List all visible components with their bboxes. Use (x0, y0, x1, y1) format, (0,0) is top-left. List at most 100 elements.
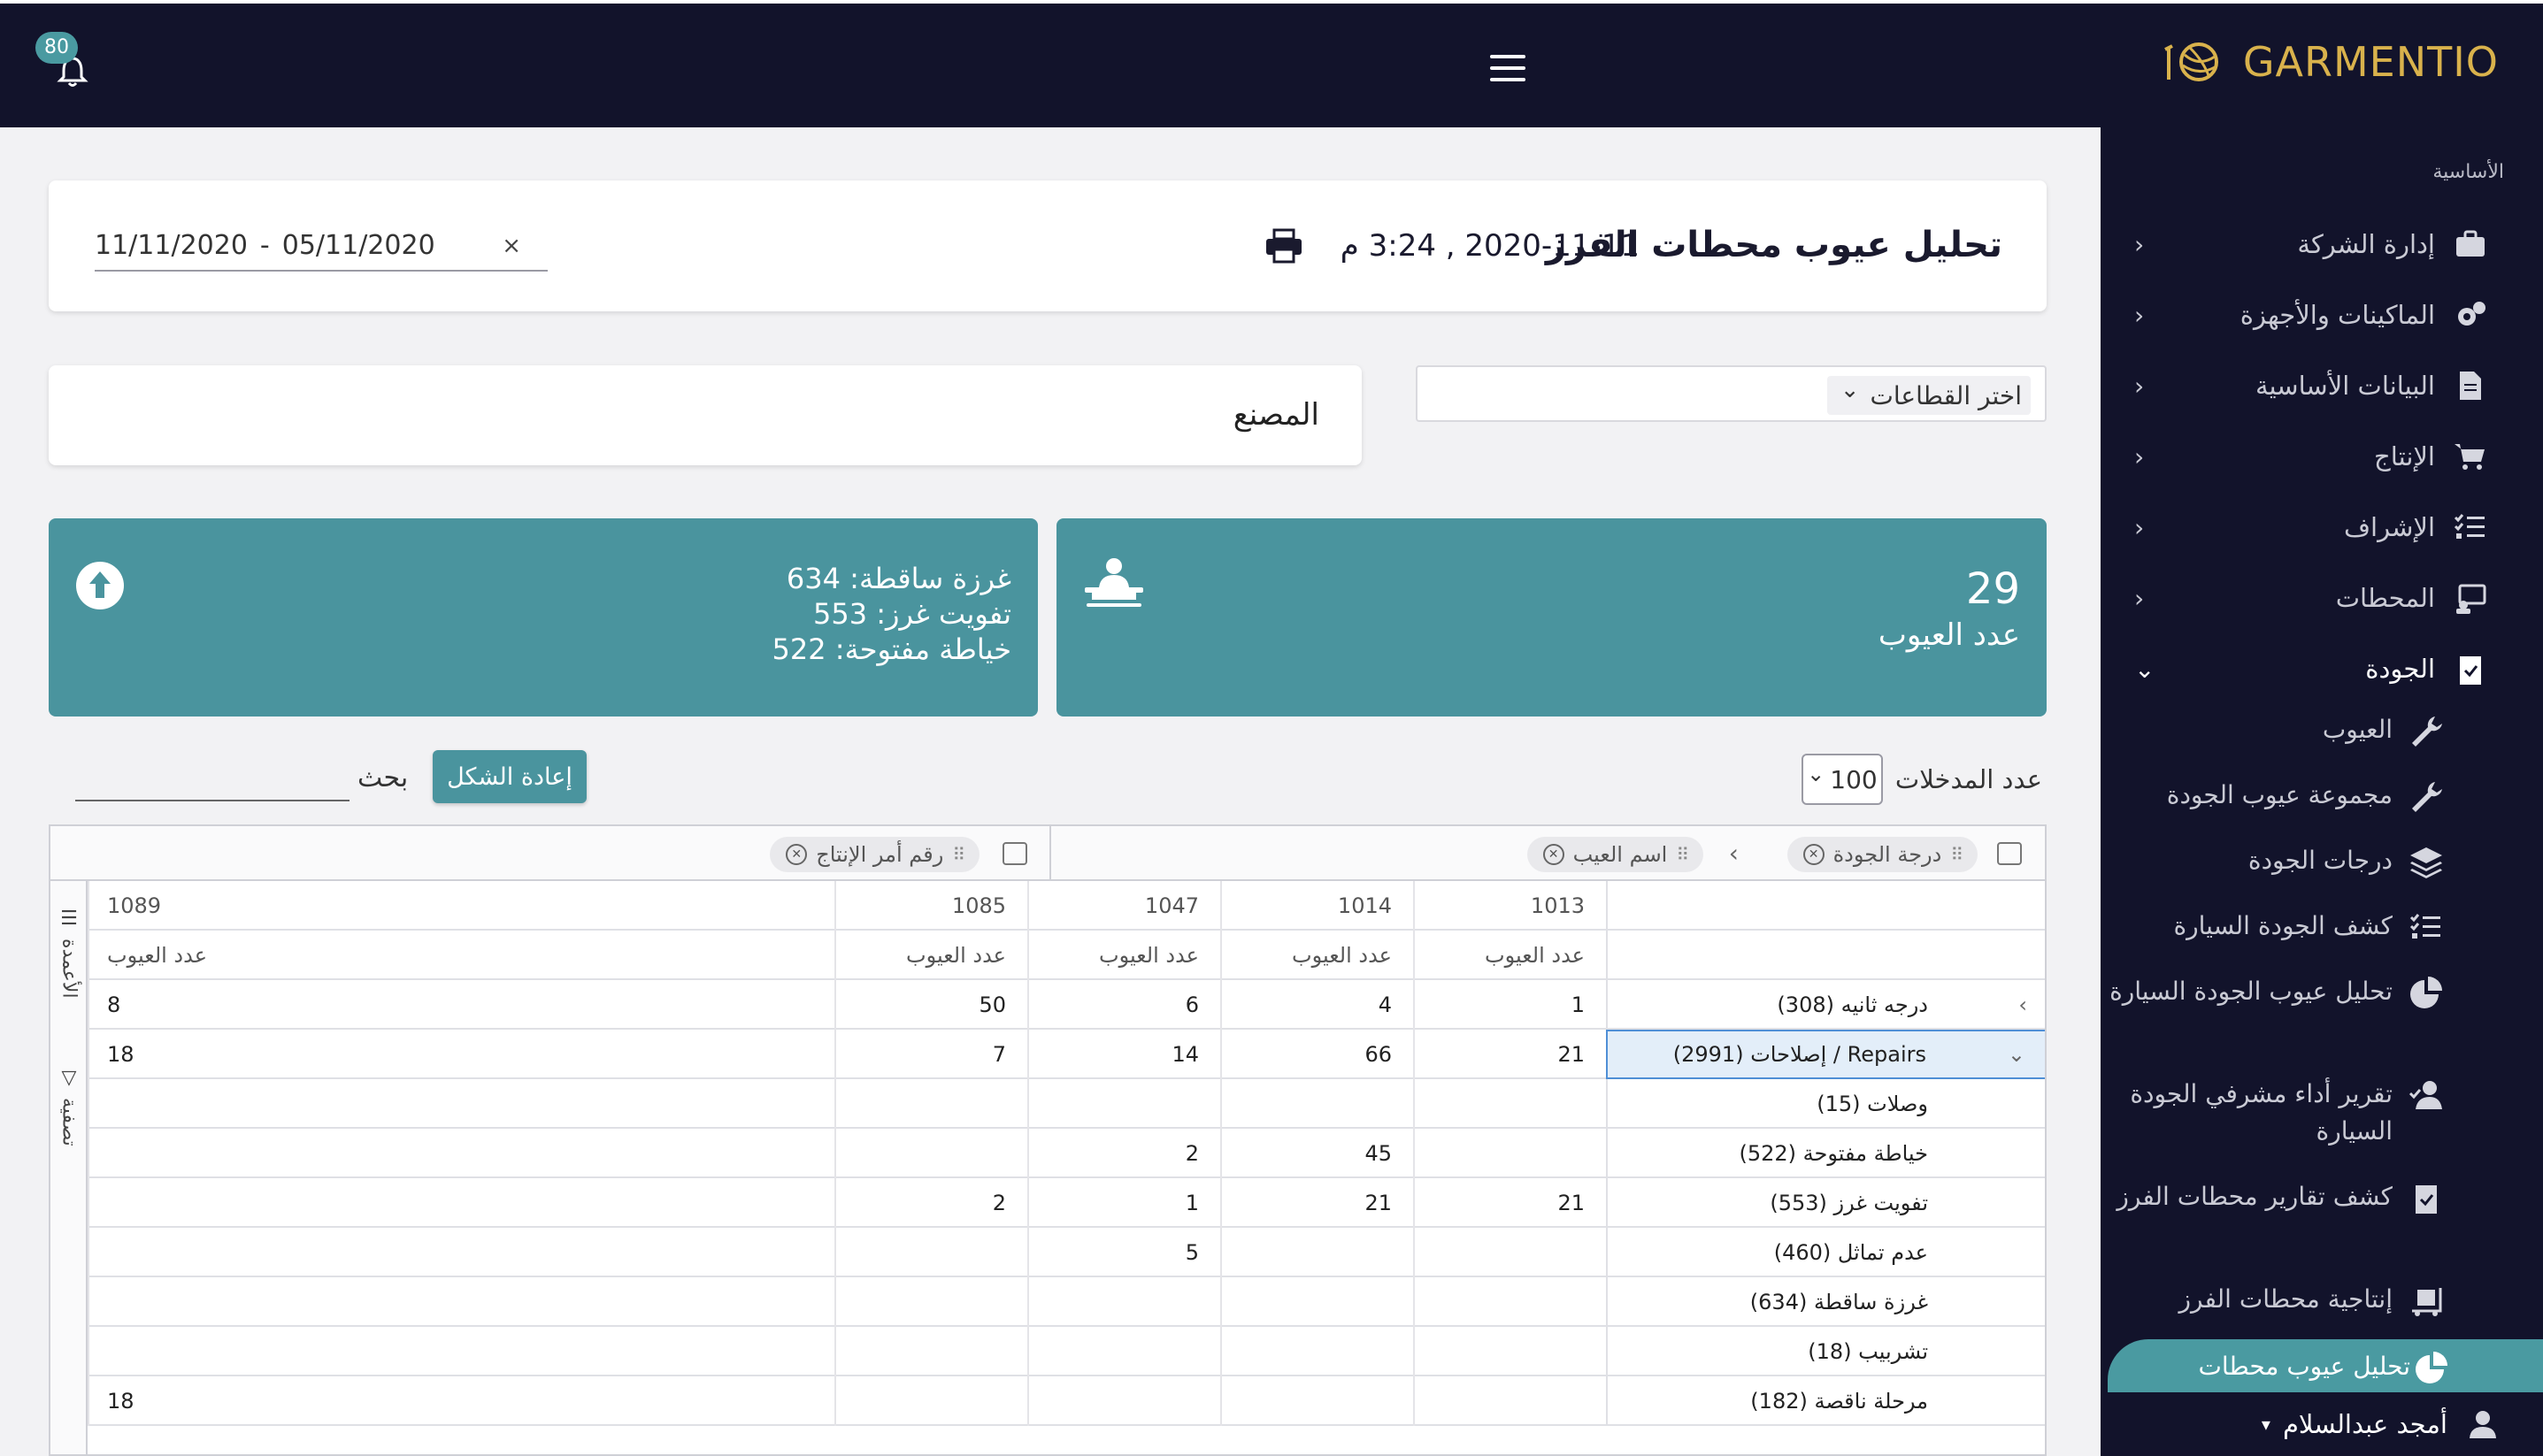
table-cell[interactable] (1220, 1079, 1413, 1129)
table-cell[interactable]: 8 (88, 980, 834, 1030)
table-row[interactable]: 1 4 6 50 8 › درجه ثانيه (308) (88, 980, 2045, 1030)
sidebar-item-production[interactable]: الإنتاج ‹ (2101, 430, 2543, 483)
table-cell[interactable]: 1014 (1220, 881, 1413, 931)
table-cell[interactable]: 18 (88, 1376, 834, 1426)
sidebar-subitem-current[interactable]: تحليل عيوب محطات (2108, 1339, 2543, 1392)
table-cell[interactable] (1413, 1327, 1606, 1376)
table-cell[interactable] (1413, 1079, 1606, 1129)
chip-quality-grade[interactable]: ⠿ درجة الجودة ✕ (1786, 837, 1978, 872)
table-row[interactable]: 21 66 14 7 18 ⌄ Repairs / إصلاحات (2991) (88, 1030, 2045, 1079)
chevron-right-icon[interactable]: › (2018, 992, 2027, 1017)
sidebar-item-supervision[interactable]: الإشراف ‹ (2101, 501, 2543, 554)
table-cell[interactable]: 18 (88, 1030, 834, 1079)
row-header[interactable]: غرزة ساقطة (634) (1606, 1277, 2045, 1327)
remove-chip-icon[interactable]: ✕ (1542, 844, 1564, 865)
table-cell[interactable]: 6 (1027, 980, 1220, 1030)
clear-date-button[interactable]: × (502, 233, 521, 259)
sidebar-item-master-data[interactable]: البيانات الأساسية ‹ (2101, 359, 2543, 412)
table-row[interactable]: 45 2 خياطة مفتوحة (522) (88, 1129, 2045, 1178)
table-row[interactable]: وصلات (15) (88, 1079, 2045, 1129)
table-cell[interactable]: 2 (834, 1178, 1027, 1228)
sidebar-subitem-sorting-productivity[interactable]: إنتاجية محطات الفرز (2101, 1281, 2543, 1320)
row-header[interactable]: ⌄ Repairs / إصلاحات (2991) (1606, 1030, 2045, 1079)
table-cell[interactable]: عدد العيوب (1220, 931, 1413, 980)
table-cell[interactable] (1413, 1277, 1606, 1327)
table-cell[interactable]: 7 (834, 1030, 1027, 1079)
table-cell[interactable]: عدد العيوب (1027, 931, 1220, 980)
table-cell[interactable] (88, 1079, 834, 1129)
sidebar-subitem-mobile-defect-analysis[interactable]: تحليل عيوب الجودة السيارة (2101, 973, 2543, 1012)
date-range-picker[interactable]: 11/11/2020 - 05/11/2020 × (95, 230, 548, 272)
table-cell[interactable] (1027, 1277, 1220, 1327)
drag-handle-icon[interactable]: ⠿ (1950, 844, 1963, 865)
table-cell[interactable] (1220, 1376, 1413, 1426)
user-menu[interactable]: أمجد عبدالسلام ▾ (2101, 1392, 2543, 1456)
table-cell[interactable] (88, 1178, 834, 1228)
table-cell[interactable] (1220, 1228, 1413, 1277)
table-cell[interactable]: 2 (1027, 1129, 1220, 1178)
sidebar-subitem-quality-grades[interactable]: درجات الجودة (2101, 842, 2543, 881)
row-header[interactable]: تشربيب (18) (1606, 1327, 2045, 1376)
remove-chip-icon[interactable]: ✕ (1802, 844, 1825, 865)
table-cell[interactable] (834, 1228, 1027, 1277)
table-cell[interactable] (88, 1277, 834, 1327)
sectors-dropdown-button[interactable]: اختر القطاعات ⌄ (1827, 376, 2031, 415)
columns-tab[interactable]: ☰ الأعمدة (54, 908, 84, 999)
sidebar-item-quality[interactable]: الجودة ⌄ (2101, 642, 2543, 695)
table-row[interactable]: تشربيب (18) (88, 1327, 2045, 1376)
row-header[interactable]: تفويت غرز (553) (1606, 1178, 2045, 1228)
chip-defect-name[interactable]: ⠿ اسم العيب ✕ (1526, 837, 1703, 872)
table-cell[interactable] (834, 1376, 1027, 1426)
row-header[interactable]: مرحلة ناقصة (182) (1606, 1376, 2045, 1426)
table-cell[interactable] (1413, 1376, 1606, 1426)
table-row[interactable]: 18 مرحلة ناقصة (182) (88, 1376, 2045, 1426)
app-logo[interactable]: GARMENTIO (2163, 37, 2499, 87)
drag-handle-icon[interactable]: ⠿ (952, 844, 965, 865)
table-cell[interactable]: 4 (1220, 980, 1413, 1030)
menu-toggle-icon[interactable] (1490, 55, 1525, 81)
drag-handle-icon[interactable]: ⠿ (1676, 844, 1689, 865)
table-cell[interactable]: عدد العيوب (834, 931, 1027, 980)
factory-field[interactable]: المصنع (49, 365, 1362, 465)
search-input[interactable] (75, 766, 350, 801)
table-cell[interactable] (1027, 1327, 1220, 1376)
chip-production-order[interactable]: ⠿ رقم أمر الإنتاج ✕ (770, 837, 980, 872)
table-cell[interactable] (88, 1327, 834, 1376)
table-cell[interactable]: 21 (1220, 1178, 1413, 1228)
filter-tab[interactable]: ▽ تصفية (54, 1067, 84, 1146)
print-icon[interactable] (1264, 228, 1303, 264)
table-row[interactable]: غرزة ساقطة (634) (88, 1277, 2045, 1327)
row-header[interactable]: عدم تماثل (460) (1606, 1228, 2045, 1277)
table-cell[interactable]: 66 (1220, 1030, 1413, 1079)
row-header[interactable]: خياطة مفتوحة (522) (1606, 1129, 2045, 1178)
table-cell[interactable] (834, 1129, 1027, 1178)
table-cell[interactable]: عدد العيوب (88, 931, 834, 980)
table-row[interactable]: 21 21 1 2 تفويت غرز (553) (88, 1178, 2045, 1228)
sidebar-item-stations[interactable]: المحطات ‹ (2101, 571, 2543, 625)
sidebar-subitem-defects[interactable]: العيوب (2101, 711, 2543, 750)
table-cell[interactable] (834, 1079, 1027, 1129)
table-row[interactable]: 5 عدم تماثل (460) (88, 1228, 2045, 1277)
table-cell[interactable] (1220, 1277, 1413, 1327)
table-cell[interactable]: 14 (1027, 1030, 1220, 1079)
reset-layout-button[interactable]: إعادة الشكل (433, 750, 587, 803)
sidebar-item-company[interactable]: إدارة الشركة ‹ (2101, 218, 2543, 271)
sectors-select[interactable]: اختر القطاعات ⌄ (1416, 365, 2047, 422)
table-cell[interactable] (88, 1129, 834, 1178)
rows-settings-icon[interactable] (1997, 842, 2022, 865)
table-cell[interactable] (1027, 1376, 1220, 1426)
table-cell[interactable]: 1013 (1413, 881, 1606, 931)
table-cell[interactable]: 50 (834, 980, 1027, 1030)
table-cell[interactable] (1413, 1129, 1606, 1178)
table-cell[interactable] (834, 1277, 1027, 1327)
row-header[interactable]: وصلات (15) (1606, 1079, 2045, 1129)
sidebar-item-machines[interactable]: الماكينات والأجهزة ‹ (2101, 288, 2543, 341)
table-cell[interactable] (1413, 1228, 1606, 1277)
table-cell[interactable]: 5 (1027, 1228, 1220, 1277)
entries-select[interactable]: ⌄ 100 (1801, 754, 1883, 805)
table-cell[interactable]: 1089 (88, 881, 834, 931)
sidebar-subitem-supervisor-report[interactable]: تقرير أداء مشرفي الجودة السيارة (2101, 1076, 2543, 1150)
table-cell[interactable]: 45 (1220, 1129, 1413, 1178)
remove-chip-icon[interactable]: ✕ (786, 844, 808, 865)
table-cell[interactable] (1027, 1079, 1220, 1129)
